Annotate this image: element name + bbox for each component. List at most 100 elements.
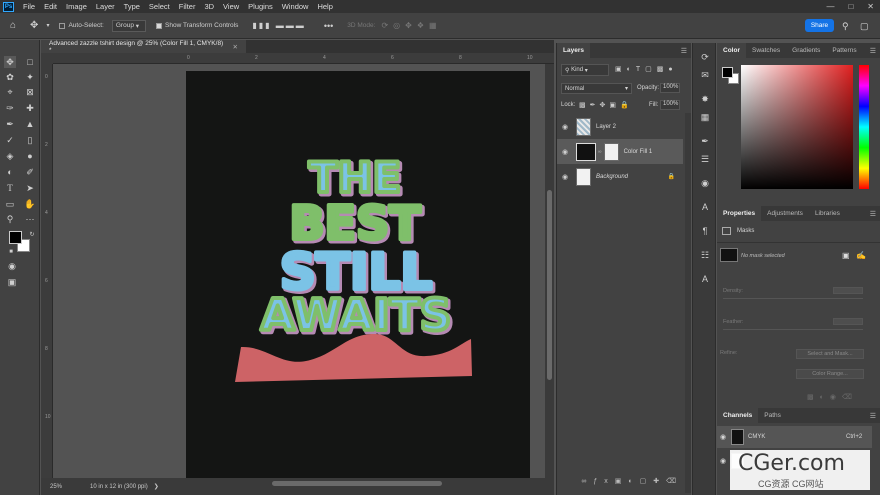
move-tool-icon[interactable]: ✥ bbox=[30, 20, 38, 31]
swap-colors-icon[interactable]: ↻ bbox=[26, 228, 38, 240]
panel-menu-icon[interactable]: ☰ bbox=[681, 47, 687, 55]
panel-menu-icon[interactable]: ☰ bbox=[870, 210, 876, 218]
quick-mask-icon[interactable]: ◉ bbox=[6, 260, 18, 272]
blur-tool-icon[interactable]: ● bbox=[24, 150, 36, 162]
menu-help[interactable]: Help bbox=[313, 2, 337, 11]
path-select-icon[interactable]: ➤ bbox=[24, 182, 36, 194]
menu-type[interactable]: Type bbox=[120, 2, 145, 11]
panel-menu-icon[interactable]: ☰ bbox=[870, 412, 876, 420]
lasso-tool-icon[interactable]: ✿ bbox=[4, 71, 16, 83]
marquee-tool-icon[interactable]: □ bbox=[24, 56, 36, 68]
maximize-icon[interactable]: □ bbox=[848, 2, 853, 11]
home-icon[interactable]: ⌂ bbox=[10, 20, 16, 31]
tab-gradients[interactable]: Gradients bbox=[786, 43, 826, 58]
horizontal-scroll-thumb[interactable] bbox=[272, 481, 442, 486]
eyedropper-icon[interactable]: ✑ bbox=[4, 102, 16, 114]
menu-layer[interactable]: Layer bbox=[92, 2, 120, 11]
layer-filter-icons[interactable]: ▣◐T▢▩● bbox=[615, 65, 678, 73]
density-input[interactable] bbox=[833, 287, 863, 294]
dodge-tool-icon[interactable]: ◐ bbox=[4, 166, 16, 178]
artboard[interactable]: THE THE BEST BEST STILL STILL AWAITS AWA… bbox=[186, 71, 530, 478]
more-options-icon[interactable]: ••• bbox=[324, 21, 333, 31]
panel-menu-icon[interactable]: ☰ bbox=[870, 47, 876, 55]
more-tools-icon[interactable]: ⋯ bbox=[24, 213, 36, 225]
layer-row-layer-2[interactable]: ◉ Layer 2 bbox=[557, 114, 683, 139]
feather-input[interactable] bbox=[833, 318, 863, 325]
share-button[interactable]: Share bbox=[805, 19, 834, 32]
healing-brush-icon[interactable]: ✚ bbox=[24, 102, 36, 114]
workspace-icon[interactable]: ▢ bbox=[860, 21, 869, 32]
tab-swatches[interactable]: Swatches bbox=[746, 43, 786, 58]
layer-filter-dropdown[interactable]: ⚲ Kind ▾ bbox=[561, 64, 609, 76]
frame-tool-icon[interactable]: ⊠ bbox=[24, 86, 36, 98]
type-tool-icon[interactable]: T bbox=[4, 182, 16, 194]
document-info[interactable]: 10 in x 12 in (300 ppi) bbox=[90, 484, 148, 490]
brush-tool-icon[interactable]: ✒ bbox=[4, 118, 16, 130]
eye-icon[interactable]: ◉ bbox=[720, 433, 726, 441]
vertical-scroll-thumb[interactable] bbox=[547, 190, 552, 380]
tab-properties[interactable]: Properties bbox=[717, 206, 762, 221]
menu-view[interactable]: View bbox=[219, 2, 244, 11]
density-slider[interactable] bbox=[723, 298, 863, 299]
link-icon[interactable]: ∞ bbox=[598, 149, 602, 155]
close-tab-icon[interactable]: ✕ bbox=[233, 43, 238, 51]
color-range-button[interactable]: Color Range... bbox=[796, 369, 864, 379]
zoom-tool-icon[interactable]: ⚲ bbox=[4, 213, 16, 225]
add-vector-mask-icon[interactable]: ✍ bbox=[856, 251, 866, 260]
sliders-icon[interactable]: ☰ bbox=[699, 153, 711, 165]
menu-3d[interactable]: 3D bbox=[200, 2, 219, 11]
minimize-icon[interactable]: — bbox=[826, 2, 834, 11]
eye-icon[interactable]: ◉ bbox=[720, 457, 726, 465]
eraser-icon[interactable]: ▯ bbox=[24, 134, 36, 146]
comments-icon[interactable]: ✉ bbox=[699, 69, 711, 81]
menu-filter[interactable]: Filter bbox=[175, 2, 201, 11]
document-tab[interactable]: Advanced zazzle tshirt design @ 25% (Col… bbox=[41, 40, 246, 54]
tab-color[interactable]: Color bbox=[717, 43, 746, 58]
character-icon[interactable]: A bbox=[699, 201, 711, 213]
menu-file[interactable]: File bbox=[19, 2, 40, 11]
show-transform-checkbox[interactable]: Show Transform Controls bbox=[156, 22, 238, 29]
tab-paths[interactable]: Paths bbox=[758, 408, 787, 423]
select-and-mask-button[interactable]: Select and Mask... bbox=[796, 349, 864, 359]
menu-plugins[interactable]: Plugins bbox=[244, 2, 278, 11]
rectangle-tool-icon[interactable]: ▭ bbox=[4, 198, 16, 210]
tab-adjustments[interactable]: Adjustments bbox=[761, 206, 809, 221]
type-settings-icon[interactable]: A bbox=[699, 273, 711, 285]
menu-edit[interactable]: Edit bbox=[40, 2, 62, 11]
crop-tool-icon[interactable]: ⌖ bbox=[4, 86, 16, 98]
close-icon[interactable]: ✕ bbox=[867, 2, 874, 11]
eye-icon[interactable]: ◉ bbox=[562, 123, 572, 131]
hue-slider[interactable] bbox=[859, 65, 869, 189]
feather-slider[interactable] bbox=[723, 329, 863, 330]
paragraph-icon[interactable]: ¶ bbox=[699, 225, 711, 237]
color-field[interactable] bbox=[741, 65, 853, 189]
paint-bucket-icon[interactable]: ◈ bbox=[4, 150, 16, 162]
3d-mode-icons[interactable]: ⟳◎✥❖▦ bbox=[381, 21, 441, 30]
menu-window[interactable]: Window bbox=[278, 2, 314, 11]
blend-mode-dropdown[interactable]: Normal ▾ bbox=[561, 83, 632, 94]
move-tool-icon[interactable]: ✥ bbox=[4, 56, 16, 68]
eye-icon[interactable]: ◉ bbox=[562, 148, 572, 156]
tab-layers[interactable]: Layers bbox=[557, 43, 590, 58]
opacity-input[interactable]: 100% bbox=[660, 83, 680, 93]
hand-tool-icon[interactable]: ✋ bbox=[24, 198, 36, 210]
stamp-tool-icon[interactable]: ▲ bbox=[24, 118, 36, 130]
layer-row-background[interactable]: ◉ Background 🔒 bbox=[557, 164, 683, 189]
screen-mode-icon[interactable]: ▣ bbox=[6, 276, 18, 288]
foreground-color-swatch[interactable] bbox=[9, 231, 22, 244]
auto-select-dropdown[interactable]: Group ▾ bbox=[111, 19, 147, 32]
eye-icon[interactable]: ◉ bbox=[562, 173, 572, 181]
history-icon[interactable]: ⟳ bbox=[699, 51, 711, 63]
adjust-icon[interactable]: ✸ bbox=[699, 93, 711, 105]
tab-channels[interactable]: Channels bbox=[717, 408, 759, 423]
align-icons[interactable]: ▮▮▮ ▬▬▬ bbox=[252, 21, 305, 30]
magic-wand-icon[interactable]: ✦ bbox=[24, 71, 36, 83]
menu-select[interactable]: Select bbox=[145, 2, 175, 11]
channel-row-cmyk[interactable]: ◉ CMYK Ctrl+2 bbox=[717, 426, 872, 448]
libraries-icon[interactable]: ▦ bbox=[699, 111, 711, 123]
chevron-right-icon[interactable]: ❯ bbox=[154, 483, 159, 490]
pen-tool-icon[interactable]: ✐ bbox=[24, 166, 36, 178]
search-icon[interactable]: ⚲ bbox=[842, 21, 849, 32]
lock-icons[interactable]: ▩✒✥▣🔒 bbox=[579, 101, 633, 109]
clone-source-icon[interactable]: ◉ bbox=[699, 177, 711, 189]
